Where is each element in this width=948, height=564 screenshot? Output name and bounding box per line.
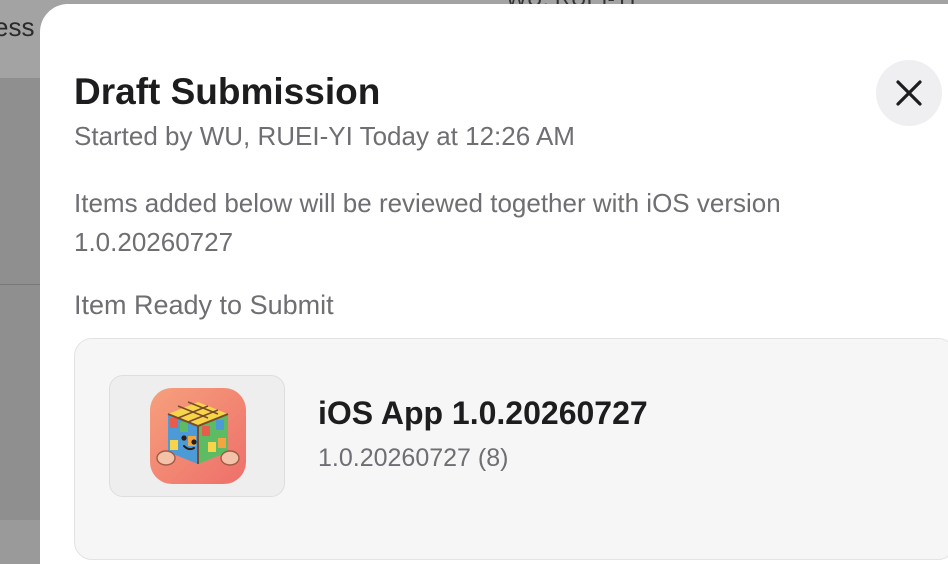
app-icon-tile: [109, 375, 285, 497]
close-button[interactable]: [876, 60, 942, 126]
sheet-title: Draft Submission: [74, 71, 381, 112]
app-build-number: 1.0.20260727 (8): [318, 444, 509, 472]
app-version-name: iOS App 1.0.20260727: [318, 395, 648, 431]
rubiks-cube-app-icon: [150, 388, 246, 484]
sheet-description: Items added below will be reviewed toget…: [74, 188, 781, 257]
background-text: ess: [0, 12, 35, 42]
section-heading: Item Ready to Submit: [74, 290, 334, 320]
close-icon: [896, 80, 922, 106]
sheet-subtitle: Started by WU, RUEI-YI Today at 12:26 AM: [74, 121, 575, 151]
background-divider: [0, 284, 40, 285]
draft-submission-sheet: Draft Submission Started by WU, RUEI-YI …: [40, 4, 948, 564]
submission-item-card[interactable]: iOS App 1.0.20260727 1.0.20260727 (8): [74, 338, 948, 560]
